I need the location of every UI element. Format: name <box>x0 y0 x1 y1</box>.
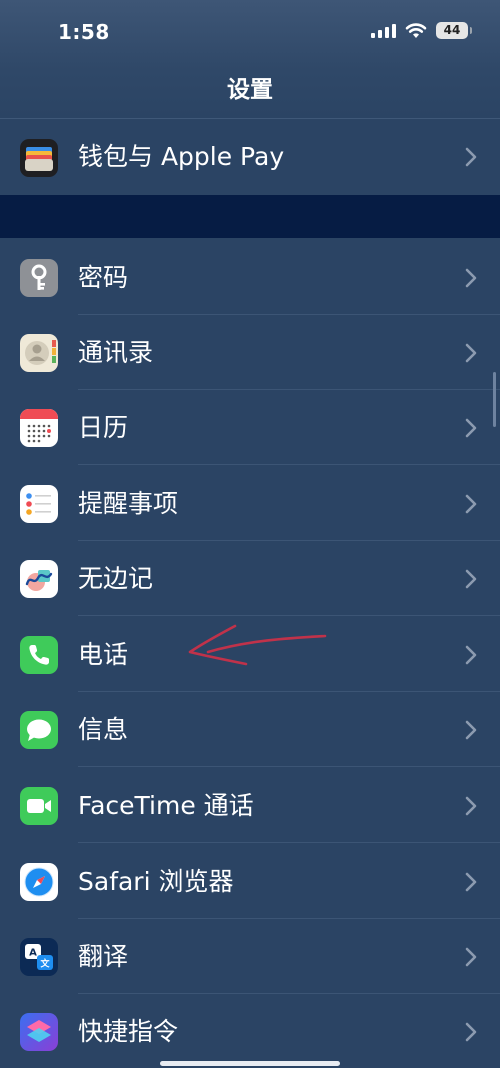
settings-row-label: 翻译 <box>78 942 129 971</box>
settings-row-label: 钱包与 Apple Pay <box>78 142 285 171</box>
battery-icon: 44 <box>436 22 472 39</box>
chevron-right-icon <box>465 494 477 514</box>
home-indicator <box>160 1061 340 1066</box>
settings-row-label: 无边记 <box>78 564 154 593</box>
settings-row-passwords[interactable]: 密码 <box>0 240 500 315</box>
page-title: 设置 <box>227 77 273 103</box>
settings-row-label: 通讯录 <box>78 338 154 367</box>
translate-icon: A 文 <box>20 938 58 976</box>
settings-row-contacts[interactable]: 通讯录 <box>0 315 500 390</box>
freeform-icon <box>20 560 58 598</box>
chevron-right-icon <box>465 872 477 892</box>
calendar-icon <box>20 409 58 447</box>
facetime-icon <box>20 787 58 825</box>
settings-screen: 1:58 44 设置 钱包与 Apple Pay 密码 通讯录 日历 提醒事项 … <box>0 0 500 1068</box>
settings-row-label: 提醒事项 <box>78 489 179 518</box>
chevron-right-icon <box>465 418 477 438</box>
settings-row-label: 密码 <box>78 263 129 292</box>
section-separator <box>0 195 500 238</box>
chevron-right-icon <box>465 720 477 740</box>
safari-icon <box>20 863 58 901</box>
chevron-right-icon <box>465 569 477 589</box>
cellular-signal-icon <box>371 23 396 38</box>
settings-row-label: 快捷指令 <box>78 1017 179 1046</box>
settings-row-label: 日历 <box>78 413 129 442</box>
wallet-icon <box>20 139 58 177</box>
chevron-right-icon <box>465 268 477 288</box>
chevron-right-icon <box>465 343 477 363</box>
scroll-indicator <box>493 372 496 427</box>
wallet-group: 钱包与 Apple Pay <box>0 118 500 195</box>
chevron-right-icon <box>465 1022 477 1042</box>
status-icons: 44 <box>371 22 472 39</box>
status-time: 1:58 <box>58 20 110 44</box>
chevron-right-icon <box>465 147 477 167</box>
svg-text:A: A <box>29 948 37 959</box>
chevron-right-icon <box>465 947 477 967</box>
settings-row-wallet[interactable]: 钱包与 Apple Pay <box>0 119 500 194</box>
reminders-icon <box>20 485 58 523</box>
chevron-right-icon <box>465 796 477 816</box>
settings-row-freeform[interactable]: 无边记 <box>0 541 500 616</box>
settings-row-label: Safari 浏览器 <box>78 867 234 896</box>
settings-row-facetime[interactable]: FaceTime 通话 <box>0 768 500 843</box>
wifi-icon <box>405 22 427 38</box>
chevron-right-icon <box>465 645 477 665</box>
settings-row-shortcuts[interactable]: 快捷指令 <box>0 994 500 1068</box>
settings-row-label: 信息 <box>78 715 129 744</box>
messages-icon <box>20 711 58 749</box>
settings-row-calendar[interactable]: 日历 <box>0 390 500 465</box>
shortcuts-icon <box>20 1013 58 1051</box>
key-icon <box>20 259 58 297</box>
settings-row-safari[interactable]: Safari 浏览器 <box>0 844 500 919</box>
settings-row-translate[interactable]: A 文 翻译 <box>0 919 500 994</box>
svg-text:文: 文 <box>39 958 50 970</box>
annotation-arrow-icon <box>188 624 327 666</box>
settings-row-label: 电话 <box>78 640 129 669</box>
settings-row-label: FaceTime 通话 <box>78 791 254 820</box>
settings-row-reminders[interactable]: 提醒事项 <box>0 466 500 541</box>
contacts-icon <box>20 334 58 372</box>
settings-row-messages[interactable]: 信息 <box>0 692 500 767</box>
status-bar: 1:58 44 <box>0 0 500 62</box>
phone-icon <box>20 636 58 674</box>
